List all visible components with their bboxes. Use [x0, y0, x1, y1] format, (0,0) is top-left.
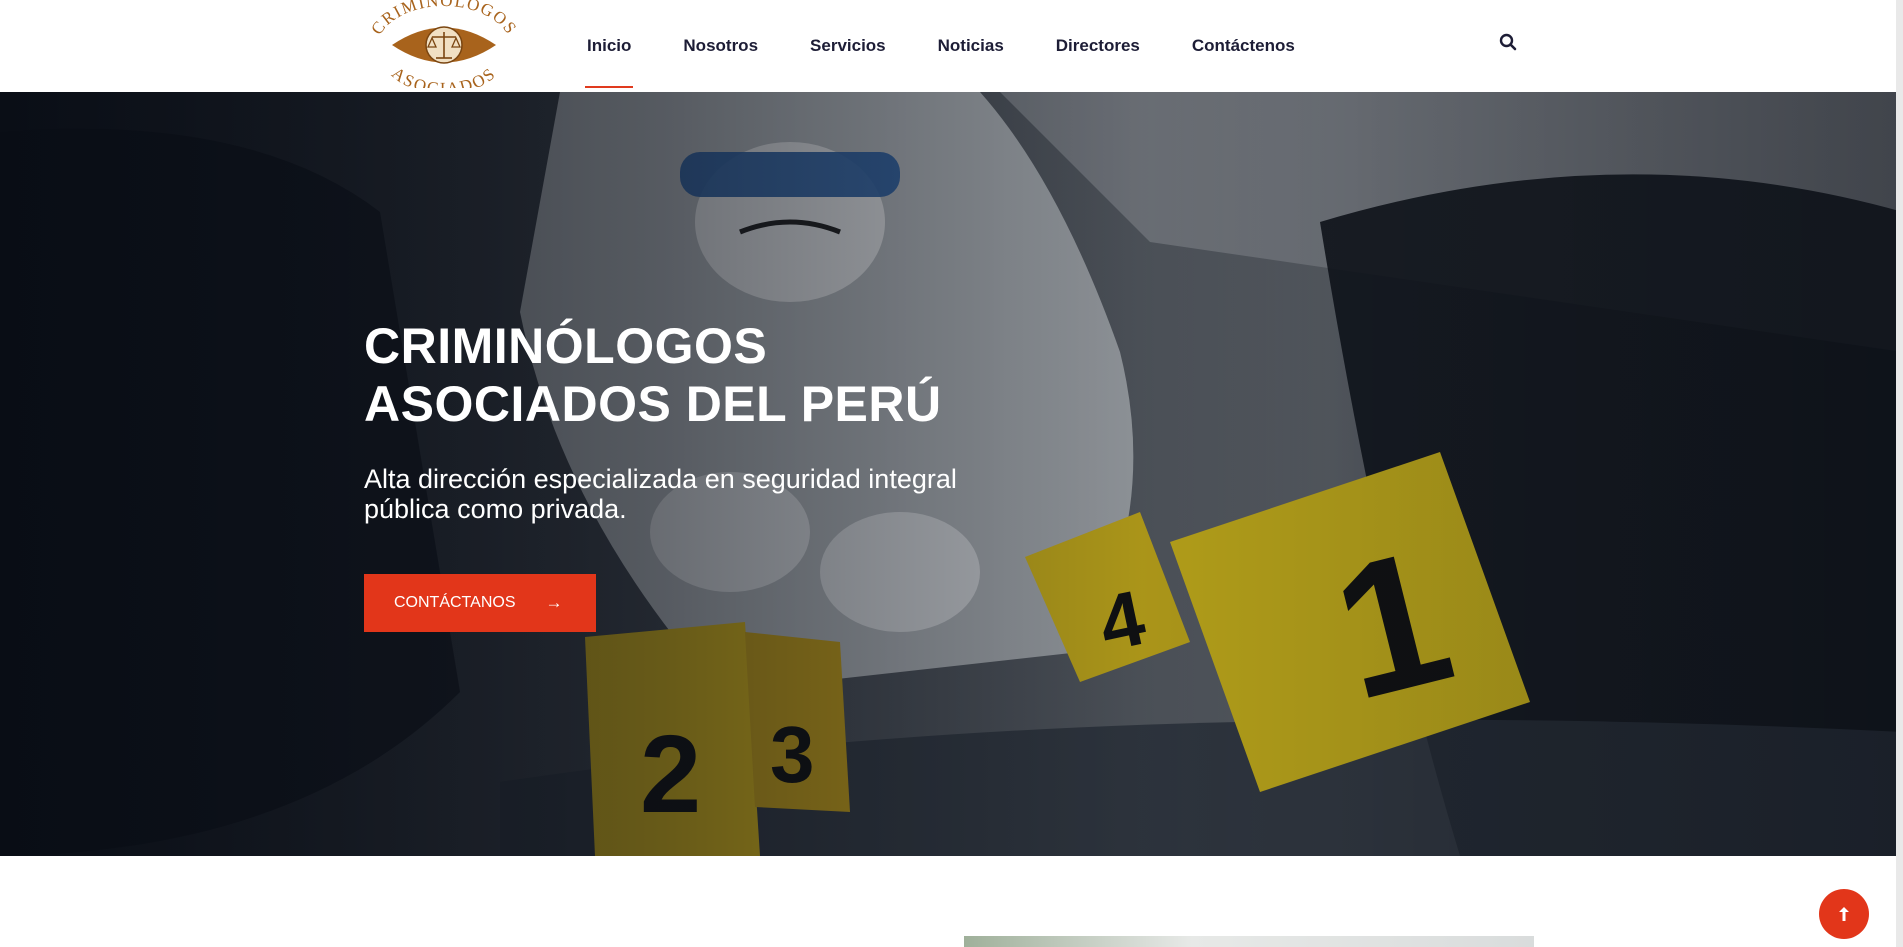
hero-subtitle: Alta dirección especializada en segurida… — [364, 464, 1024, 524]
nav-item-noticias[interactable]: Noticias — [938, 0, 1004, 92]
section-image-preview — [964, 936, 1534, 947]
nav-item-label: Inicio — [587, 36, 632, 55]
logo[interactable]: CRIMINOLOGOS ASOCIADOS — [362, 0, 526, 88]
hero-title: CRIMINÓLOGOS ASOCIADOS DEL PERÚ — [364, 317, 1084, 433]
svg-text:ASOCIADOS: ASOCIADOS — [388, 63, 500, 88]
arrow-up-icon — [1839, 907, 1849, 921]
nav-item-label: Servicios — [810, 36, 886, 55]
hero-title-line: CRIMINÓLOGOS — [364, 318, 768, 374]
search-icon — [1499, 33, 1517, 51]
nav-item-label: Contáctenos — [1191, 36, 1295, 55]
logo-bottom-text: ASOCIADOS — [388, 63, 498, 88]
page-scrollbar[interactable] — [1896, 0, 1903, 947]
contact-cta-button[interactable]: CONTÁCTANOS → — [364, 574, 596, 632]
nav-item-inicio[interactable]: Inicio — [585, 0, 634, 92]
nav-item-label: Directores — [1055, 36, 1140, 55]
nav-item-servicios[interactable]: Servicios — [810, 0, 886, 92]
site-header: CRIMINOLOGOS ASOCIADOS Inicio Nosotros S… — [0, 0, 1903, 92]
nav-item-contactenos[interactable]: Contáctenos — [1192, 0, 1295, 92]
nav-item-label: Nosotros — [683, 36, 759, 55]
main-nav: Inicio Nosotros Servicios Noticias Direc… — [585, 0, 1295, 92]
search-button[interactable] — [1496, 30, 1520, 54]
logo-emblem-icon: CRIMINOLOGOS ASOCIADOS — [367, 0, 519, 88]
arrow-right-icon: → — [545, 593, 563, 612]
nav-item-label: Noticias — [937, 36, 1004, 55]
active-nav-indicator — [585, 86, 634, 88]
hero-subtitle-line: pública como privada. — [364, 494, 627, 524]
nav-item-nosotros[interactable]: Nosotros — [683, 0, 758, 92]
hero-section: 1 4 2 3 CRIMINÓLOGOS ASOCIADOS DEL PERÚ … — [0, 92, 1903, 856]
back-to-top-button[interactable] — [1819, 889, 1869, 939]
hero-subtitle-line: Alta dirección especializada en segurida… — [364, 464, 957, 494]
hero-title-line: ASOCIADOS DEL PERÚ — [364, 376, 942, 432]
nav-item-directores[interactable]: Directores — [1056, 0, 1140, 92]
cta-label: CONTÁCTANOS — [394, 594, 516, 611]
